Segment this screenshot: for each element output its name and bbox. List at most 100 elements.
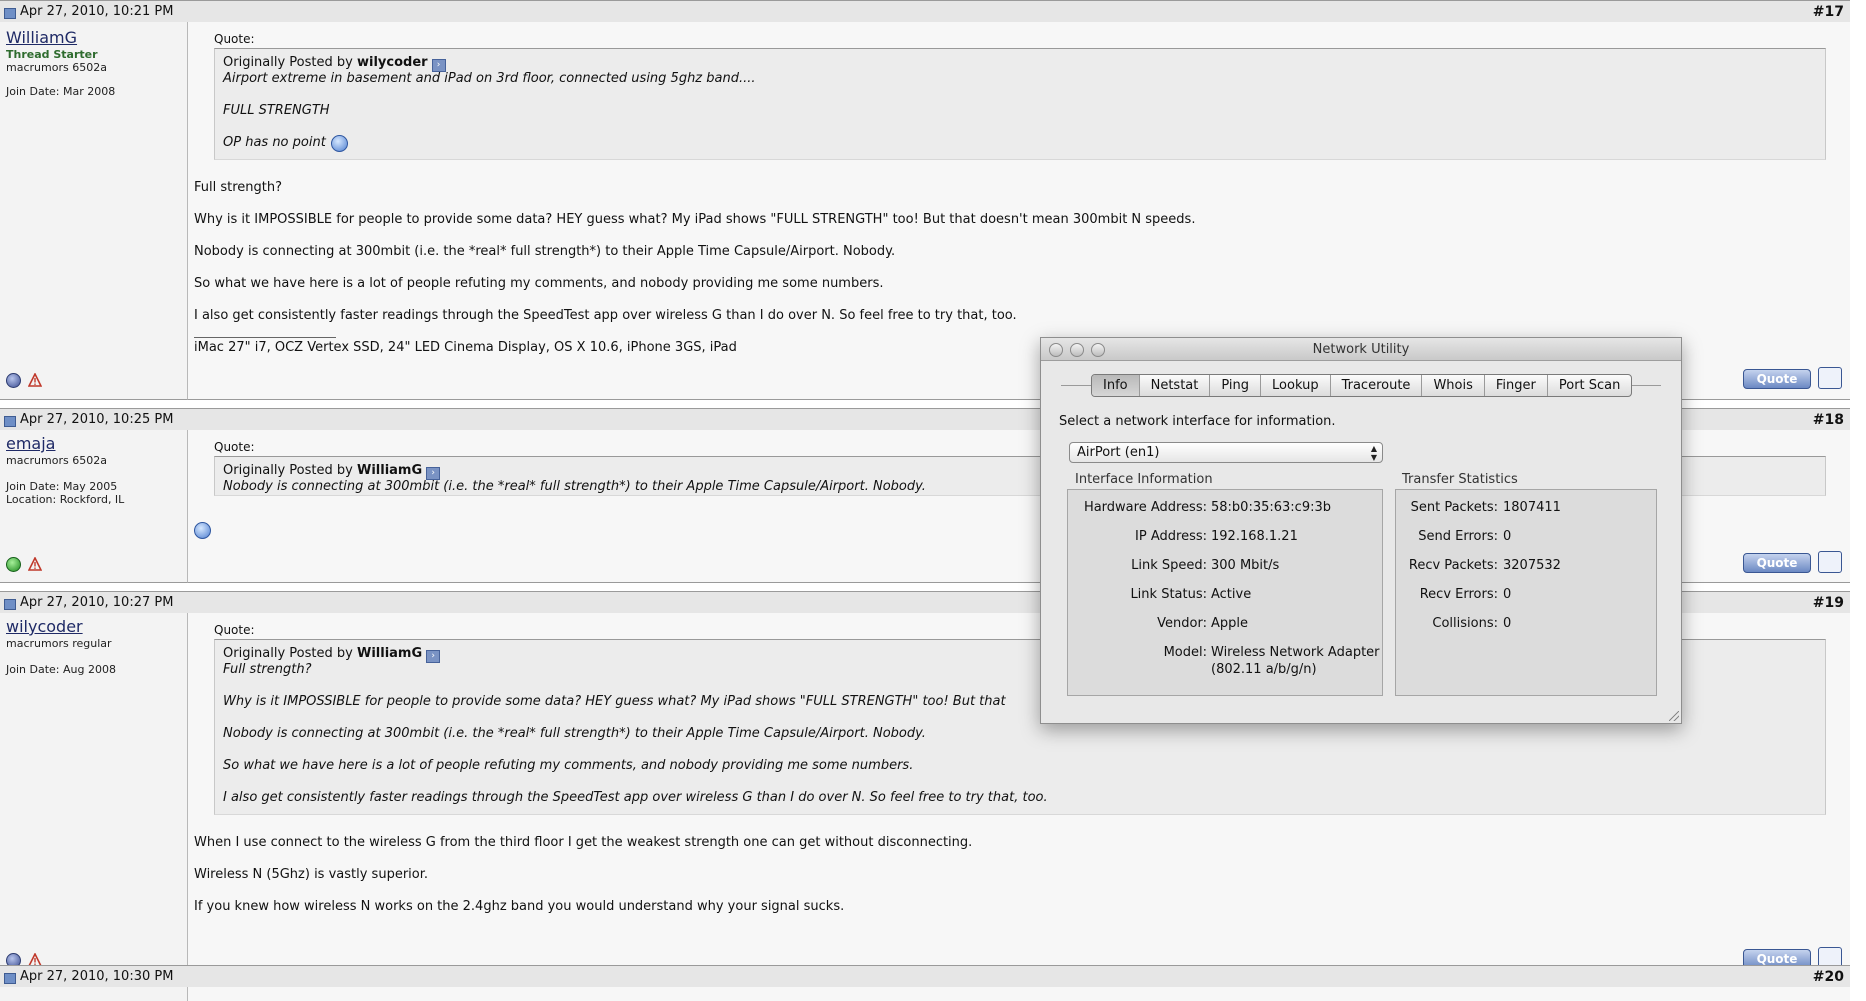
quote-button[interactable]: Quote (1743, 553, 1811, 573)
interface-select[interactable]: AirPort (en1) ▲ ▼ (1069, 442, 1383, 463)
post-date: Apr 27, 2010, 10:25 PM (20, 412, 174, 427)
info-value: Apple (1211, 616, 1249, 631)
info-key: IP Address: (1135, 529, 1207, 544)
tab-netstat[interactable]: Netstat (1140, 375, 1211, 396)
stat-key: Recv Packets: (1408, 558, 1498, 573)
post-number[interactable]: #19 (1813, 595, 1844, 611)
tab-bar: Info Netstat Ping Lookup Traceroute Whoi… (1091, 374, 1633, 397)
quote-line: Nobody is connecting at 300mbit (i.e. th… (223, 479, 926, 494)
stat-value: 0 (1503, 616, 1512, 631)
quote-attribution: Originally Posted by wilycoder › (223, 55, 446, 72)
quote-line: So what we have here is a lot of people … (223, 758, 914, 773)
username-link[interactable]: WilliamG (6, 28, 77, 47)
multi-quote-button[interactable] (1818, 367, 1842, 389)
post-date: Apr 27, 2010, 10:30 PM (20, 969, 174, 984)
user-rank: macrumors 6502a (6, 454, 107, 467)
quote-line: Full strength? (223, 662, 312, 677)
tab-ping[interactable]: Ping (1210, 375, 1262, 396)
info-value: Active (1211, 587, 1252, 602)
tab-port-scan[interactable]: Port Scan (1548, 375, 1632, 396)
stat-key: Recv Errors: (1419, 587, 1498, 602)
post-icon (4, 416, 16, 427)
post-text: Full strength? (194, 180, 283, 195)
report-warning-icon[interactable] (28, 557, 42, 571)
stat-value: 1807411 (1503, 500, 1561, 515)
user-rank: macrumors 6502a (6, 61, 107, 74)
view-post-arrow-icon[interactable]: › (426, 650, 441, 663)
post-date: Apr 27, 2010, 10:21 PM (20, 4, 174, 19)
post-number[interactable]: #18 (1813, 412, 1844, 428)
stat-key: Send Errors: (1418, 529, 1498, 544)
updown-chevron-icon: ▲ ▼ (1370, 444, 1378, 462)
quote-author: WilliamG (356, 646, 423, 661)
username-link[interactable]: emaja (6, 434, 55, 453)
signature: iMac 27" i7, OCZ Vertex SSD, 24" LED Cin… (194, 340, 737, 355)
tab-finger[interactable]: Finger (1485, 375, 1548, 396)
post-header: Apr 27, 2010, 10:30 PM #20 (0, 965, 1850, 988)
signature-divider (194, 337, 336, 338)
post-number[interactable]: #20 (1813, 969, 1844, 985)
stat-key: Collisions: (1432, 616, 1498, 631)
quote-label: Quote: (214, 623, 255, 637)
tab-info[interactable]: Info (1092, 375, 1140, 396)
interface-select-value: AirPort (en1) (1077, 445, 1160, 460)
quote-line: I also get consistently faster readings … (223, 790, 1048, 805)
stat-value: 0 (1503, 587, 1512, 602)
post-text: Why is it IMPOSSIBLE for people to provi… (194, 212, 1196, 227)
offline-status-icon (6, 373, 21, 388)
report-warning-icon[interactable] (28, 373, 42, 387)
user-sidebar (0, 987, 188, 1001)
smiley-icon (194, 522, 211, 539)
post-icon (4, 599, 16, 610)
multi-quote-button[interactable] (1818, 551, 1842, 573)
user-sidebar: wilycoder macrumors regular Join Date: A… (0, 613, 188, 979)
quote-by-prefix: Originally Posted by (223, 463, 353, 478)
post-body (188, 987, 1850, 1001)
post-icon (4, 973, 16, 984)
online-status-icon (6, 557, 21, 572)
post-header: Apr 27, 2010, 10:21 PM #17 (0, 0, 1850, 23)
post-text: I also get consistently faster readings … (194, 308, 1017, 323)
resize-grip-icon[interactable] (1669, 711, 1679, 721)
quote-attribution: Originally Posted by WilliamG › (223, 463, 441, 480)
stat-key: Sent Packets: (1410, 500, 1498, 515)
info-key: Model: (1163, 645, 1207, 660)
stat-value: 3207532 (1503, 558, 1561, 573)
join-date: Join Date: Mar 2008 (6, 85, 116, 98)
quote-button[interactable]: Quote (1743, 369, 1811, 389)
quote-author: wilycoder (356, 55, 428, 70)
tab-traceroute[interactable]: Traceroute (1331, 375, 1423, 396)
post-text: When I use connect to the wireless G fro… (194, 835, 973, 850)
quote-label: Quote: (214, 440, 255, 454)
info-key: Vendor: (1157, 616, 1207, 631)
quote-line: Nobody is connecting at 300mbit (i.e. th… (223, 726, 926, 741)
username-link[interactable]: wilycoder (6, 617, 83, 636)
user-status: Thread Starter (6, 48, 98, 61)
quote-attribution: Originally Posted by WilliamG › (223, 646, 441, 663)
tab-lookup[interactable]: Lookup (1261, 375, 1331, 396)
user-sidebar: emaja macrumors 6502a Join Date: May 200… (0, 430, 188, 583)
post-date: Apr 27, 2010, 10:27 PM (20, 595, 174, 610)
quote-line: OP has no point (223, 135, 326, 150)
info-key: Hardware Address: (1083, 500, 1207, 515)
stat-value: 0 (1503, 529, 1512, 544)
window-titlebar[interactable]: Network Utility (1041, 338, 1681, 361)
user-sidebar: WilliamG Thread Starter macrumors 6502a … (0, 22, 188, 400)
interface-prompt: Select a network interface for informati… (1059, 414, 1336, 429)
post-number[interactable]: #17 (1813, 4, 1844, 20)
post-text: Nobody is connecting at 300mbit (i.e. th… (194, 244, 896, 259)
quote-line: FULL STRENGTH (223, 103, 330, 118)
post-icon (4, 8, 16, 19)
transfer-stats-label: Transfer Statistics (1402, 472, 1518, 487)
info-value: 58:b0:35:63:c9:3b (1211, 500, 1331, 515)
info-key: Link Speed: (1131, 558, 1207, 573)
quote-by-prefix: Originally Posted by (223, 646, 353, 661)
join-date: Join Date: May 2005 (6, 480, 118, 493)
network-utility-window[interactable]: Network Utility Info Netstat Ping Lookup… (1040, 337, 1682, 724)
quote-line: Why is it IMPOSSIBLE for people to provi… (223, 694, 1006, 709)
post-text: If you knew how wireless N works on the … (194, 899, 845, 914)
tab-whois[interactable]: Whois (1422, 375, 1485, 396)
user-location: Location: Rockford, IL (6, 493, 125, 506)
smiley-icon (331, 135, 348, 152)
info-value: 300 Mbit/s (1211, 558, 1280, 573)
